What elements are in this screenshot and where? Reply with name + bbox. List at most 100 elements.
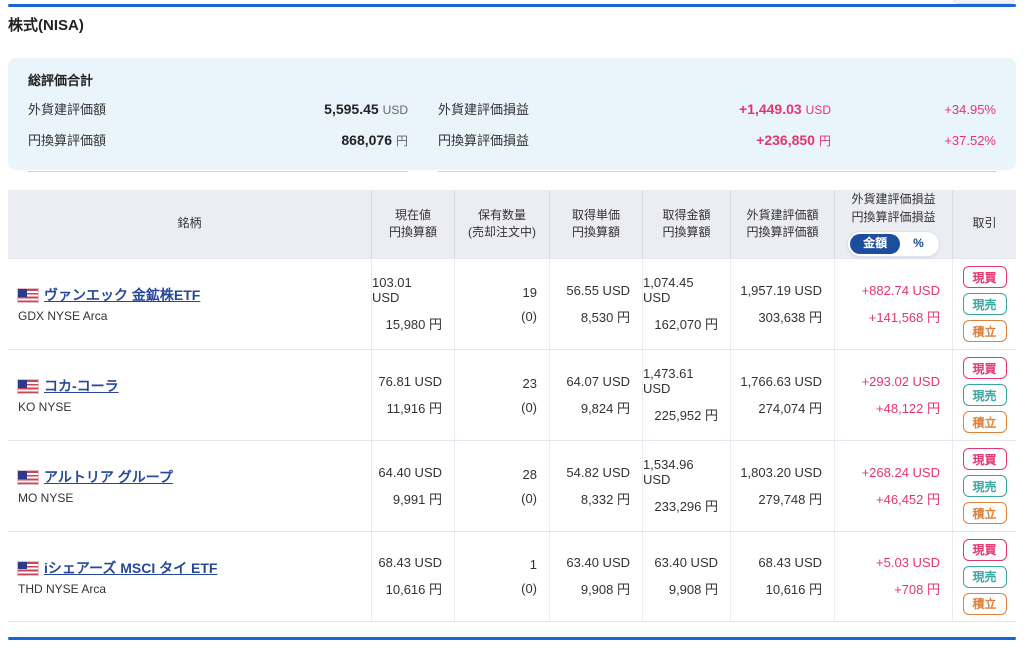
summary-value: +236,850 (756, 132, 815, 148)
unit-cost-cell: 63.40 USD 9,908 円 (550, 532, 643, 621)
summary-row: 外貨建評価額 5,595.45 USD (28, 99, 408, 130)
summary-label: 円換算評価損益 (438, 133, 530, 148)
valuation-cell: 1,957.19 USD 303,638 円 (731, 259, 835, 349)
summary-title: 総評価合計 (28, 73, 94, 88)
us-flag-icon (17, 470, 39, 485)
summary-label: 外貨建評価損益 (438, 102, 530, 117)
col-header-total-cost: 取得金額 円換算額 (643, 190, 731, 258)
unit-cost-cell: 64.07 USD 9,824 円 (550, 350, 643, 440)
quantity-cell: 19 (0) (455, 259, 550, 349)
stock-name-link[interactable]: コカ-コーラ (44, 378, 119, 394)
table-row: アルトリア グループ MO NYSE 64.40 USD 9,991 円 28 (0… (8, 440, 1016, 531)
summary-label: 外貨建評価額 (28, 102, 107, 117)
col-header-current: 現在値 円換算額 (372, 190, 455, 258)
tsumitate-button[interactable]: 積立 (962, 320, 1007, 342)
gainloss-cell: +5.03 USD +708 円 (835, 532, 953, 621)
stock-name-link[interactable]: ヴァンエック 金鉱株ETF (44, 287, 200, 303)
gainloss-cell: +268.24 USD +46,452 円 (835, 441, 953, 531)
col-header-valuation: 外貨建評価額 円換算評価額 (731, 190, 835, 258)
gainloss-cell: +882.74 USD +141,568 円 (835, 259, 953, 349)
summary-gainloss-column: 外貨建評価損益 +1,449.03 USD +34.95% 円換算評価損益 +23… (438, 99, 996, 172)
summary-value: 5,595.45 (324, 101, 379, 117)
trade-actions-cell: 現買 現売 積立 (953, 441, 1016, 531)
tsumitate-button[interactable]: 積立 (962, 411, 1007, 433)
current-price-cell: 68.43 USD 10,616 円 (372, 532, 455, 621)
quantity-cell: 28 (0) (455, 441, 550, 531)
current-price-cell: 103.01 USD 15,980 円 (372, 259, 455, 349)
stock-name-cell: アルトリア グループ MO NYSE (8, 441, 372, 531)
stock-ticker: KO NYSE (18, 400, 72, 414)
summary-amount-column: 外貨建評価額 5,595.45 USD 円換算評価額 868,076 円 (28, 99, 408, 172)
summary-row: 円換算評価額 868,076 円 (28, 130, 408, 161)
total-cost-cell: 1,534.96 USD 233,296 円 (643, 441, 731, 531)
bottom-divider (8, 637, 1016, 640)
stock-name-link[interactable]: アルトリア グループ (44, 469, 173, 485)
us-flag-icon (17, 288, 39, 303)
trade-actions-cell: 現買 現売 積立 (953, 259, 1016, 349)
current-price-cell: 64.40 USD 9,991 円 (372, 441, 455, 531)
sell-button[interactable]: 現売 (962, 475, 1007, 497)
stock-name-cell: ヴァンエック 金鉱株ETF GDX NYSE Arca (8, 259, 372, 349)
total-cost-cell: 1,074.45 USD 162,070 円 (643, 259, 731, 349)
us-flag-icon (17, 379, 39, 394)
summary-percent: +37.52% (944, 133, 996, 148)
total-cost-cell: 63.40 USD 9,908 円 (643, 532, 731, 621)
sell-button[interactable]: 現売 (962, 384, 1007, 406)
valuation-cell: 68.43 USD 10,616 円 (731, 532, 835, 621)
tsumitate-button[interactable]: 積立 (962, 592, 1007, 615)
col-header-quantity: 保有数量 (売却注文中) (455, 190, 550, 258)
buy-button[interactable]: 現買 (962, 357, 1007, 379)
table-row: iシェアーズ MSCI タイ ETF THD NYSE Arca 68.43 U… (8, 531, 1016, 622)
summary-unit: 円 (395, 134, 408, 148)
table-header-row: 銘柄 現在値 円換算額 保有数量 (売却注文中) 取得単価 円換算額 取得金額 円換算額… (8, 190, 1016, 258)
nisa-holdings-page: 株式(NISA) 総評価合計 外貨建評価額 5,595.45 USD 円換算評価額… (0, 0, 1024, 648)
summary-label: 円換算評価額 (28, 133, 107, 148)
sell-button[interactable]: 現売 (962, 565, 1007, 588)
total-cost-cell: 1,473.61 USD 225,952 円 (643, 350, 731, 440)
valuation-cell: 1,766.63 USD 274,074 円 (731, 350, 835, 440)
buy-button[interactable]: 現買 (962, 448, 1007, 470)
sell-button[interactable]: 現売 (962, 293, 1007, 315)
buy-button[interactable]: 現買 (962, 538, 1007, 561)
valuation-cell: 1,803.20 USD 279,748 円 (731, 441, 835, 531)
summary-value: 868,076 (341, 132, 392, 148)
stock-name-link[interactable]: iシェアーズ MSCI タイ ETF (44, 560, 217, 576)
trade-actions-cell: 現買 現売 積立 (953, 532, 1016, 621)
trade-actions-cell: 現買 現売 積立 (953, 350, 1016, 440)
stock-ticker: MO NYSE (18, 491, 74, 505)
table-row: ヴァンエック 金鉱株ETF GDX NYSE Arca 103.01 USD 15… (8, 258, 1016, 349)
col-header-unit-cost: 取得単価 円換算額 (550, 190, 643, 258)
us-flag-icon (17, 560, 39, 576)
unit-cost-cell: 54.82 USD 8,332 円 (550, 441, 643, 531)
summary-row: 円換算評価損益 +236,850 円 +37.52% (438, 130, 996, 161)
table-body: ヴァンエック 金鉱株ETF GDX NYSE Arca 103.01 USD 15… (8, 258, 1016, 622)
col-header-gainloss: 外貨建評価損益 円換算評価損益 金額 % (835, 190, 953, 258)
stock-name-cell: iシェアーズ MSCI タイ ETF THD NYSE Arca (8, 532, 372, 621)
holdings-table: 銘柄 現在値 円換算額 保有数量 (売却注文中) 取得単価 円換算額 取得金額 円換算額… (8, 190, 1016, 622)
top-divider (8, 4, 1016, 7)
summary-row: 外貨建評価損益 +1,449.03 USD +34.95% (438, 99, 996, 130)
summary-percent: +34.95% (944, 102, 996, 117)
total-valuation-card: 総評価合計 外貨建評価額 5,595.45 USD 円換算評価額 868,076 円… (8, 58, 1016, 172)
summary-unit: USD (805, 103, 831, 117)
col-header-trade: 取引 (972, 216, 997, 231)
table-row: コカ-コーラ KO NYSE 76.81 USD 11,916 円 23 (0) 6… (8, 349, 1016, 440)
tsumitate-button[interactable]: 積立 (962, 502, 1007, 524)
unit-cost-cell: 56.55 USD 8,530 円 (550, 259, 643, 349)
stock-name-cell: コカ-コーラ KO NYSE (8, 350, 372, 440)
toggle-amount-button[interactable]: 金額 (850, 234, 901, 254)
summary-unit: USD (382, 103, 408, 117)
page-title: 株式(NISA) (8, 17, 84, 34)
current-price-cell: 76.81 USD 11,916 円 (372, 350, 455, 440)
stock-ticker: THD NYSE Arca (18, 581, 107, 596)
col-header-name: 銘柄 (8, 190, 372, 258)
summary-value: +1,449.03 (738, 101, 802, 117)
quantity-cell: 23 (0) (455, 350, 550, 440)
summary-unit: 円 (818, 134, 831, 148)
toggle-percent-button[interactable]: % (900, 234, 937, 254)
stock-ticker: GDX NYSE Arca (18, 309, 108, 323)
gainloss-cell: +293.02 USD +48,122 円 (835, 350, 953, 440)
gainloss-display-toggle: 金額 % (847, 231, 940, 257)
buy-button[interactable]: 現買 (962, 266, 1007, 288)
quantity-cell: 1 (0) (455, 532, 550, 621)
